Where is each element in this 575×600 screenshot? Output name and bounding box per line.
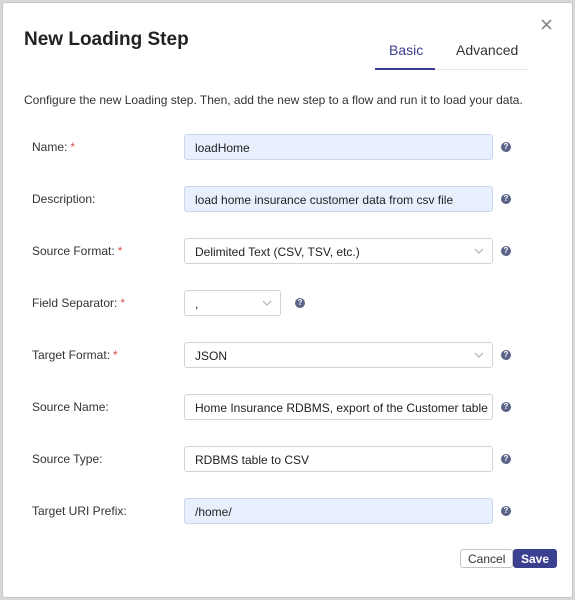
required-marker: *: [120, 296, 126, 310]
source-name-input[interactable]: Home Insurance RDBMS, export of the Cust…: [184, 394, 493, 420]
description-row: Description: load home insurance custome…: [3, 186, 572, 212]
source-type-input[interactable]: RDBMS table to CSV: [184, 446, 493, 472]
field-separator-select[interactable]: ,: [184, 290, 281, 316]
description-input[interactable]: load home insurance customer data from c…: [184, 186, 493, 212]
new-loading-step-dialog: New Loading Step Basic Advanced Configur…: [2, 2, 573, 598]
help-icon[interactable]: ?: [501, 454, 511, 464]
help-icon[interactable]: ?: [501, 402, 511, 412]
name-label: Name: *: [32, 140, 76, 154]
source-type-label: Source Type:: [32, 452, 103, 466]
target-uri-prefix-input[interactable]: /home/: [184, 498, 493, 524]
target-format-select[interactable]: JSON: [184, 342, 493, 368]
help-icon[interactable]: ?: [501, 246, 511, 256]
source-type-row: Source Type: RDBMS table to CSV ?: [3, 446, 572, 472]
target-uri-prefix-row: Target URI Prefix: /home/ ?: [3, 498, 572, 524]
required-marker: *: [113, 348, 118, 362]
source-name-label: Source Name:: [32, 400, 109, 414]
help-icon[interactable]: ?: [501, 142, 511, 152]
target-format-row: Target Format: * JSON ?: [3, 342, 572, 368]
help-icon[interactable]: ?: [501, 194, 511, 204]
help-icon[interactable]: ?: [295, 298, 305, 308]
name-input[interactable]: loadHome: [184, 134, 493, 160]
tab-advanced[interactable]: Advanced: [456, 42, 518, 58]
chevron-down-icon: [474, 351, 484, 359]
source-format-row: Source Format: * Delimited Text (CSV, TSV…: [3, 238, 572, 264]
help-icon[interactable]: ?: [501, 506, 511, 516]
help-icon[interactable]: ?: [501, 350, 511, 360]
chevron-down-icon: [474, 247, 484, 255]
tab-bar: Basic Advanced: [375, 39, 528, 70]
source-name-row: Source Name: Home Insurance RDBMS, expor…: [3, 394, 572, 420]
dialog-title: New Loading Step: [24, 29, 189, 50]
field-separator-value: ,: [195, 297, 199, 311]
chevron-down-icon: [262, 299, 272, 307]
required-marker: *: [70, 140, 76, 154]
tab-basic[interactable]: Basic: [389, 42, 423, 58]
source-format-select[interactable]: Delimited Text (CSV, TSV, etc.): [184, 238, 493, 264]
save-button[interactable]: Save: [513, 549, 558, 568]
close-icon[interactable]: [539, 17, 555, 33]
field-separator-row: Field Separator: * , ?: [3, 290, 572, 316]
name-row: Name: * loadHome ?: [3, 134, 572, 160]
target-uri-prefix-label: Target URI Prefix:: [32, 504, 127, 518]
field-separator-label: Field Separator: *: [32, 296, 126, 310]
source-format-label: Source Format: *: [32, 244, 123, 258]
target-format-label: Target Format: *: [32, 348, 118, 362]
target-format-value: JSON: [195, 349, 228, 363]
dialog-description: Configure the new Loading step. Then, ad…: [24, 93, 523, 107]
required-marker: *: [117, 244, 123, 258]
cancel-button[interactable]: Cancel: [460, 549, 514, 568]
description-label: Description:: [32, 192, 96, 206]
source-format-value: Delimited Text (CSV, TSV, etc.): [195, 245, 360, 259]
active-tab-indicator: [375, 68, 435, 70]
